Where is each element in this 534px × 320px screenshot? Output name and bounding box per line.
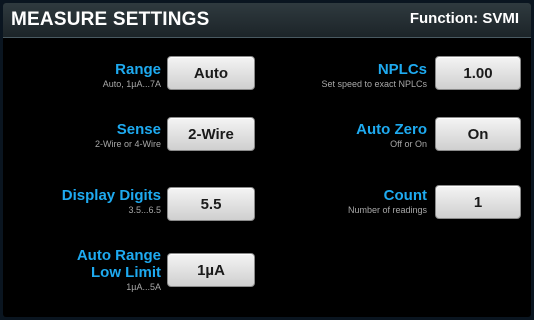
count-label: Count [383,187,427,204]
sense-label-group: Sense 2-Wire or 4-Wire [95,121,161,150]
function-indicator: Function: SVMI [409,10,519,27]
count-button[interactable]: 1 [435,185,521,219]
auto-zero-label-group: Auto Zero Off or On [356,121,427,150]
range-hint: Auto, 1µA...7A [102,79,161,89]
range-label-group: Range Auto, 1µA...7A [103,61,161,90]
display-digits-label-group: Display Digits 3.5...6.5 [62,187,161,216]
nplcs-button[interactable]: 1.00 [435,56,521,90]
nplcs-label-group: NPLCs Set speed to exact NPLCs [321,61,427,90]
auto-zero-button[interactable]: On [435,117,521,151]
sense-button[interactable]: 2-Wire [167,117,255,151]
count-label-group: Count Number of readings [348,187,427,216]
title-bar: MEASURE SETTINGS Function: SVMI [3,3,531,38]
page-title: MEASURE SETTINGS [11,9,210,30]
nplcs-hint: Set speed to exact NPLCs [321,79,427,89]
auto-range-low-limit-label-line1: Auto Range [76,247,161,264]
count-hint: Number of readings [347,205,427,215]
nplcs-label: NPLCs [377,61,427,78]
sense-label: Sense [116,121,161,138]
display-digits-button[interactable]: 5.5 [167,187,255,221]
range-label: Range [115,61,161,78]
display-digits-hint: 3.5...6.5 [128,205,161,215]
auto-zero-hint: Off or On [390,139,427,149]
auto-range-low-limit-label-group: Auto Range Low Limit 1µA...5A [77,247,161,293]
auto-range-low-limit-button[interactable]: 1µA [167,253,255,287]
sense-hint: 2-Wire or 4-Wire [94,139,161,149]
auto-range-low-limit-label-line2: Low Limit [91,264,161,281]
auto-range-low-limit-hint: 1µA...5A [126,282,161,292]
screen-frame: MEASURE SETTINGS Function: SVMI Range Au… [3,3,531,317]
range-button[interactable]: Auto [167,56,255,90]
display-digits-label: Display Digits [61,187,161,204]
auto-zero-label: Auto Zero [356,121,427,138]
